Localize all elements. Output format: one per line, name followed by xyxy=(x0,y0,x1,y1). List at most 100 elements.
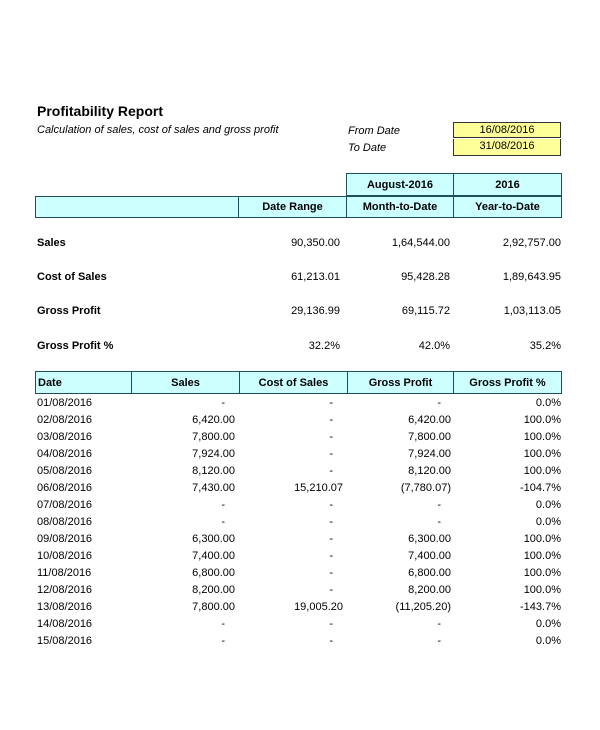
cell-cost: - xyxy=(329,414,333,426)
cell-date: 09/08/2016 xyxy=(37,533,93,545)
cell-gross-profit-pct: 100.0% xyxy=(523,567,561,579)
table-row: 06/08/2016 7,430.00 15,210.07 (7,780.07) -10… xyxy=(37,481,561,498)
cell-gross-profit: 8,120.00 xyxy=(408,465,451,477)
header-date-range: Date Range xyxy=(238,196,347,218)
cell-sales: 7,430.00 xyxy=(192,482,235,494)
value-mtd: 69,115.72 xyxy=(401,305,450,317)
cell-gross-profit-pct: 0.0% xyxy=(535,516,561,528)
table-row: 03/08/2016 7,800.00 - 7,800.00 100.0% xyxy=(37,430,561,447)
table-row: 07/08/2016 - - - 0.0% xyxy=(37,498,561,515)
cell-gross-profit: - xyxy=(437,618,441,630)
cell-gross-profit-pct: 100.0% xyxy=(523,448,561,460)
header-year: 2016 xyxy=(453,173,562,196)
report-title: Profitability Report xyxy=(37,103,164,119)
value-mtd: 42.0% xyxy=(418,340,450,352)
cell-gross-profit: (7,780.07) xyxy=(400,482,451,494)
cell-date: 06/08/2016 xyxy=(37,482,93,494)
col-gross-profit-pct: Gross Profit % xyxy=(453,371,562,394)
cell-cost: - xyxy=(329,584,333,596)
cell-cost: - xyxy=(329,567,333,579)
cell-gross-profit: - xyxy=(437,516,441,528)
table-row: 01/08/2016 - - - 0.0% xyxy=(37,396,561,413)
header-mtd: Month-to-Date xyxy=(346,196,454,218)
cell-sales: 7,924.00 xyxy=(192,448,235,460)
from-date-input[interactable]: 16/08/2016 xyxy=(453,122,561,138)
summary-row-sales: Sales 90,350.00 1,64,544.00 2,92,757.00 xyxy=(37,237,561,253)
to-date-input[interactable]: 31/08/2016 xyxy=(453,139,561,156)
cell-sales: - xyxy=(221,618,225,630)
cell-sales: 7,800.00 xyxy=(192,601,235,613)
row-label: Gross Profit xyxy=(37,305,101,317)
col-cost: Cost of Sales xyxy=(239,371,348,394)
cell-date: 01/08/2016 xyxy=(37,397,93,409)
value-range: 61,213.01 xyxy=(291,271,340,283)
daily-table-body: 01/08/2016 - - - 0.0% 02/08/2016 6,420.00 - 6,42… xyxy=(37,396,561,651)
table-row: 08/08/2016 - - - 0.0% xyxy=(37,515,561,532)
summary-row-gross-profit-pct: Gross Profit % 32.2% 42.0% 35.2% xyxy=(37,340,561,356)
value-ytd: 35.2% xyxy=(529,340,561,352)
cell-gross-profit: 7,924.00 xyxy=(408,448,451,460)
cell-date: 10/08/2016 xyxy=(37,550,93,562)
cell-gross-profit-pct: -104.7% xyxy=(520,482,561,494)
daily-table-header: Date Sales Cost of Sales Gross Profit Gr… xyxy=(35,371,562,394)
cell-gross-profit-pct: 100.0% xyxy=(523,414,561,426)
row-label: Sales xyxy=(37,237,66,249)
cell-gross-profit: - xyxy=(437,635,441,647)
value-ytd: 2,92,757.00 xyxy=(502,237,561,249)
cell-date: 15/08/2016 xyxy=(37,635,93,647)
cell-cost: - xyxy=(329,533,333,545)
cell-gross-profit-pct: 100.0% xyxy=(523,584,561,596)
cell-cost: - xyxy=(329,516,333,528)
cell-gross-profit-pct: 0.0% xyxy=(535,635,561,647)
header-blank xyxy=(35,196,239,218)
table-row: 15/08/2016 - - - 0.0% xyxy=(37,634,561,651)
value-mtd: 1,64,544.00 xyxy=(391,237,450,249)
summary-row-cost: Cost of Sales 61,213.01 95,428.28 1,89,6… xyxy=(37,271,561,287)
cell-gross-profit: (11,205.20) xyxy=(395,601,451,613)
cell-cost: - xyxy=(329,431,333,443)
table-row: 04/08/2016 7,924.00 - 7,924.00 100.0% xyxy=(37,447,561,464)
table-row: 11/08/2016 6,800.00 - 6,800.00 100.0% xyxy=(37,566,561,583)
cell-cost: - xyxy=(329,499,333,511)
cell-cost: - xyxy=(329,448,333,460)
cell-gross-profit: 6,420.00 xyxy=(408,414,451,426)
cell-cost: - xyxy=(329,635,333,647)
cell-cost: - xyxy=(329,397,333,409)
cell-cost: 15,210.07 xyxy=(294,482,343,494)
value-range: 90,350.00 xyxy=(291,237,340,249)
cell-cost: - xyxy=(329,550,333,562)
cell-gross-profit: 6,300.00 xyxy=(408,533,451,545)
cell-cost: 19,005.20 xyxy=(294,601,343,613)
cell-cost: - xyxy=(329,618,333,630)
table-row: 12/08/2016 8,200.00 - 8,200.00 100.0% xyxy=(37,583,561,600)
table-row: 14/08/2016 - - - 0.0% xyxy=(37,617,561,634)
cell-date: 11/08/2016 xyxy=(37,567,92,579)
cell-sales: 8,120.00 xyxy=(192,465,235,477)
col-date: Date xyxy=(35,371,132,394)
value-range: 29,136.99 xyxy=(291,305,340,317)
table-row: 09/08/2016 6,300.00 - 6,300.00 100.0% xyxy=(37,532,561,549)
cell-gross-profit-pct: 0.0% xyxy=(535,499,561,511)
col-gross-profit: Gross Profit xyxy=(347,371,454,394)
cell-date: 12/08/2016 xyxy=(37,584,93,596)
table-row: 02/08/2016 6,420.00 - 6,420.00 100.0% xyxy=(37,413,561,430)
cell-cost: - xyxy=(329,465,333,477)
header-ytd: Year-to-Date xyxy=(453,196,562,218)
to-date-label: To Date xyxy=(348,142,387,154)
report-subtitle: Calculation of sales, cost of sales and … xyxy=(37,124,279,136)
cell-sales: 6,300.00 xyxy=(192,533,235,545)
cell-date: 04/08/2016 xyxy=(37,448,93,460)
cell-gross-profit-pct: 100.0% xyxy=(523,550,561,562)
row-label: Cost of Sales xyxy=(37,271,107,283)
cell-sales: 6,420.00 xyxy=(192,414,235,426)
value-ytd: 1,89,643.95 xyxy=(502,271,561,283)
cell-gross-profit: - xyxy=(437,499,441,511)
cell-sales: 7,800.00 xyxy=(192,431,235,443)
cell-sales: - xyxy=(221,499,225,511)
cell-gross-profit-pct: 100.0% xyxy=(523,533,561,545)
cell-gross-profit-pct: 0.0% xyxy=(535,397,561,409)
value-mtd: 95,428.28 xyxy=(401,271,450,283)
cell-gross-profit: 7,800.00 xyxy=(408,431,451,443)
cell-sales: 7,400.00 xyxy=(192,550,235,562)
cell-sales: - xyxy=(221,635,225,647)
